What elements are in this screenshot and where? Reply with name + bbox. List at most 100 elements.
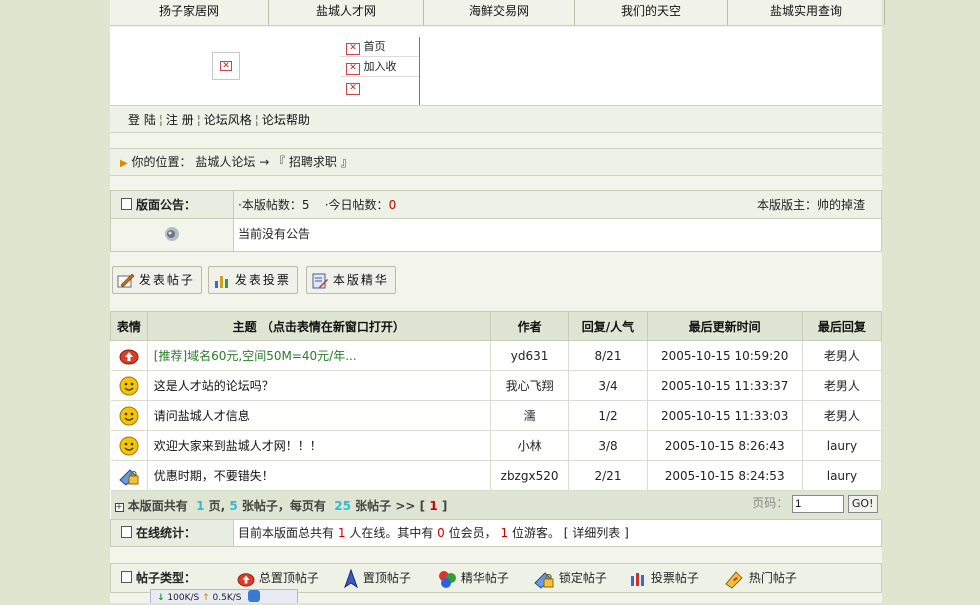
type-hot[interactable]: 热门帖子: [723, 564, 797, 592]
edit-document-icon: [312, 273, 328, 288]
thread-last-reply[interactable]: laury: [802, 460, 883, 491]
nav-tab-yangzi[interactable]: 扬子家居网: [110, 0, 269, 25]
expand-icon[interactable]: +: [114, 502, 124, 512]
moderator-label[interactable]: 本版版主：帅的掉渣: [757, 191, 865, 219]
thread-last-reply[interactable]: 老男人: [802, 400, 883, 431]
speaker-icon: [165, 227, 179, 241]
online-stats-panel: 在线统计： 目前本版面总共有 1 人在线。其中有 0 位会员， 1 位游客。 […: [110, 519, 882, 547]
type-locked[interactable]: 锁定帖子: [533, 564, 607, 592]
top-nav: 扬子家居网 盐城人才网 海鲜交易网 我们的天空 盐城实用查询: [110, 0, 885, 26]
download-arrow-icon: ↓: [157, 593, 165, 603]
col-last-update: 最后更新时间: [646, 311, 803, 341]
col-emotion: 表情: [110, 311, 148, 341]
thread-last-reply[interactable]: 老男人: [802, 370, 883, 401]
breadcrumb-forum[interactable]: 盐城人论坛: [195, 155, 255, 169]
thread-subject-link[interactable]: 欢迎大家来到盐城人才网！！！: [154, 439, 322, 453]
table-header-row: 表情 主题 （点击表情在新窗口打开） 作者 回复/人气 最后更新时间 最后回复: [110, 311, 883, 341]
online-icon: [121, 526, 132, 538]
digest-button[interactable]: 本版精华: [306, 266, 396, 294]
smiley-icon: [119, 436, 139, 455]
broken-image-icon: ✕: [220, 61, 232, 71]
go-button[interactable]: GO!: [847, 494, 878, 513]
thread-last-reply[interactable]: laury: [802, 430, 883, 461]
table-row: 请问盐城人才信息 濡 1/2 2005-10-15 11:33:03 老男人: [110, 400, 883, 431]
col-replies: 回复/人气: [568, 311, 648, 341]
row-icon-cell[interactable]: [110, 460, 148, 491]
recommend-icon: [119, 349, 139, 364]
bar-chart-icon: [631, 572, 644, 586]
new-poll-button[interactable]: 发表投票: [208, 266, 298, 294]
login-link[interactable]: 登 陆: [128, 113, 156, 127]
thread-author[interactable]: 濡: [490, 400, 570, 431]
thread-replies: 3/4: [568, 370, 648, 401]
notice-icon: [121, 198, 132, 210]
col-subject: 主题 （点击表情在新窗口打开）: [146, 311, 491, 341]
broken-logo-image: ✕: [212, 52, 240, 80]
thread-last-reply[interactable]: 老男人: [802, 340, 883, 371]
type-global-top[interactable]: 总置顶帖子: [237, 564, 319, 592]
pagination-row: + 本版面共有 1 页, 5 张帖子，每页有 25 张帖子 >> [ 1 ] 页…: [110, 490, 882, 519]
type-digest[interactable]: 精华帖子: [437, 564, 509, 592]
thread-author[interactable]: 小林: [490, 430, 570, 461]
forum-style-link[interactable]: 论坛风格: [204, 113, 252, 127]
breadcrumb-board[interactable]: 『 招聘求职 』: [273, 155, 353, 169]
thread-author[interactable]: zbzgx520: [490, 460, 570, 491]
row-icon-cell[interactable]: [110, 340, 148, 371]
thread-author[interactable]: yd631: [490, 340, 570, 371]
new-post-button[interactable]: 发表帖子: [112, 266, 202, 294]
nav-tab-tiankong[interactable]: 我们的天空: [575, 0, 728, 25]
register-link[interactable]: 注 册: [166, 113, 194, 127]
detail-list-link[interactable]: [ 详细列表 ]: [564, 526, 629, 540]
online-header: 在线统计：: [111, 520, 234, 546]
network-speed-tray: ↓ 100K/S ↑ 0.5K/S: [150, 589, 298, 603]
nav-tab-rencai[interactable]: 盐城人才网: [269, 0, 424, 25]
broken-image-icon: ✕: [346, 43, 360, 55]
table-row: 优惠时期，不要错失！ zbzgx520 2/21 2005-10-15 8:24…: [110, 460, 883, 491]
table-row: [推荐]域名60元,空间50M=40元/年... yd631 8/21 2005…: [110, 340, 883, 371]
thread-author[interactable]: 我心飞翔: [490, 370, 570, 401]
thread-subject-link[interactable]: 优惠时期，不要错失！: [154, 469, 274, 483]
banner: ✕ ✕ 首页 ✕ 加入收 ✕: [110, 27, 882, 105]
recommend-icon: [237, 572, 255, 587]
table-row: 这是人才站的论坛吗？ 我心飞翔 3/4 2005-10-15 11:33:37 …: [110, 370, 883, 401]
row-icon-cell[interactable]: [110, 430, 148, 461]
nav-tab-chaxun[interactable]: 盐城实用查询: [728, 0, 885, 25]
nav-tab-haixian[interactable]: 海鲜交易网: [424, 0, 575, 25]
forum-page: 扬子家居网 盐城人才网 海鲜交易网 我们的天空 盐城实用查询 ✕ ✕ 首页 ✕ …: [110, 0, 885, 603]
thread-subject-link[interactable]: 请问盐城人才信息: [154, 409, 250, 423]
type-poll[interactable]: 投票帖子: [629, 564, 699, 592]
page-jump: 页码： GO!: [752, 494, 878, 513]
hot-icon: [725, 570, 743, 589]
row-icon-cell[interactable]: [110, 370, 148, 401]
divider: ¦: [254, 113, 259, 127]
forum-help-link[interactable]: 论坛帮助: [262, 113, 310, 127]
page-number-input[interactable]: [792, 494, 845, 513]
thread-subject-link[interactable]: 这是人才站的论坛吗？: [154, 379, 274, 393]
banner-menu-item-join[interactable]: ✕ 加入收: [340, 57, 419, 77]
digest-icon: [439, 570, 456, 588]
current-page-link[interactable]: 1: [429, 499, 437, 513]
thread-time: 2005-10-15 8:24:53: [647, 460, 803, 491]
smiley-icon: [119, 376, 139, 395]
lock-icon: [534, 571, 554, 589]
banner-menu-item-home[interactable]: ✕ 首页: [340, 37, 419, 57]
pen-paper-icon: [117, 273, 135, 287]
col-author: 作者: [489, 311, 570, 341]
pin-top-icon: [344, 568, 358, 588]
thread-time: 2005-10-15 10:59:20: [647, 340, 803, 371]
thread-replies: 1/2: [568, 400, 648, 431]
row-icon-cell[interactable]: [110, 400, 148, 431]
thread-time: 2005-10-15 8:26:43: [647, 430, 803, 461]
divider: ¦: [158, 113, 163, 127]
thread-subject-link[interactable]: [推荐]域名60元,空间50M=40元/年...: [154, 349, 357, 363]
tray-app-icon[interactable]: [248, 590, 261, 602]
broken-image-icon: ✕: [346, 63, 360, 75]
lock-icon: [118, 468, 139, 486]
bar-chart-icon: [215, 275, 228, 288]
notice-panel: 版面公告： ·本版帖数：5 ·今日帖数：0 本版版主：帅的掉渣 当前没有公告: [110, 190, 882, 252]
notice-content: 当前没有公告: [238, 227, 311, 241]
types-icon: [121, 571, 132, 583]
banner-menu-item-blank[interactable]: ✕: [340, 77, 419, 96]
type-top[interactable]: 置顶帖子: [343, 564, 411, 592]
thread-replies: 3/8: [568, 430, 648, 461]
